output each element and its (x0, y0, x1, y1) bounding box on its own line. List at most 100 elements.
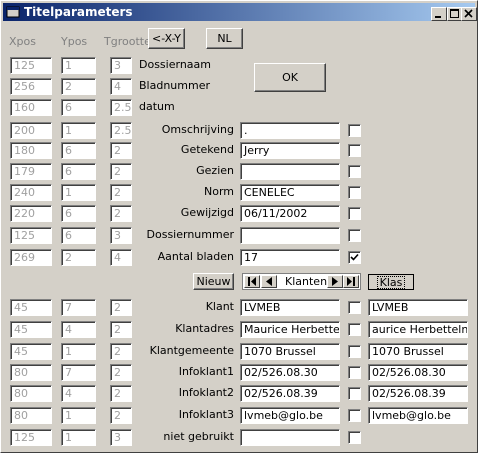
value-field[interactable]: 02/526.08.30 (240, 364, 340, 381)
field-label: Klantadres (175, 322, 234, 335)
xpos-field[interactable]: 45 (10, 343, 52, 360)
include-checkbox[interactable] (348, 431, 361, 444)
ypos-field[interactable]: 1 (61, 429, 96, 446)
xpos-field[interactable]: 80 (10, 385, 52, 402)
nav-next-button[interactable] (327, 275, 343, 288)
ok-button[interactable]: OK (254, 63, 326, 92)
nl-button[interactable]: NL (206, 28, 243, 49)
include-checkbox[interactable] (348, 387, 361, 400)
include-checkbox[interactable] (348, 301, 361, 314)
ypos-field[interactable]: 1 (61, 407, 96, 424)
value-field[interactable]: CENELEC (240, 184, 340, 201)
ypos-field[interactable]: 2 (61, 78, 96, 95)
include-checkbox[interactable] (348, 345, 361, 358)
ypos-field[interactable]: 2 (61, 249, 96, 266)
include-checkbox[interactable] (348, 251, 361, 264)
klant-field[interactable]: LVMEB (368, 299, 468, 316)
ypos-field[interactable]: 6 (61, 142, 96, 159)
include-checkbox[interactable] (348, 207, 361, 220)
xpos-field[interactable]: 180 (10, 142, 52, 159)
xpos-field[interactable]: 200 (10, 122, 52, 139)
minimize-button[interactable] (431, 7, 447, 21)
ypos-field[interactable]: 1 (61, 57, 96, 74)
value-field[interactable] (240, 163, 340, 180)
ypos-field[interactable]: 6 (61, 227, 96, 244)
klas-button[interactable]: Klas (368, 274, 414, 290)
first-record-icon (248, 277, 256, 286)
nav-last-button[interactable] (343, 275, 359, 288)
maximize-icon (450, 9, 459, 18)
xpos-field[interactable]: 45 (10, 299, 52, 316)
ypos-field[interactable]: 6 (61, 99, 96, 116)
xpos-field[interactable]: 80 (10, 364, 52, 381)
xpos-field[interactable]: 45 (10, 321, 52, 338)
klant-field[interactable]: 02/526.08.30 (368, 364, 468, 381)
title-bar[interactable]: Titelparameters (3, 3, 477, 21)
xpos-field[interactable]: 220 (10, 205, 52, 222)
close-icon (464, 9, 473, 18)
prev-record-icon (266, 277, 272, 286)
include-checkbox[interactable] (348, 409, 361, 422)
nav-first-button[interactable] (244, 275, 260, 288)
value-field[interactable]: Maurice Herbetteln 38 (240, 321, 340, 338)
include-checkbox[interactable] (348, 366, 361, 379)
klanten-navigator: Klanten (242, 273, 361, 290)
include-checkbox[interactable] (348, 186, 361, 199)
ypos-field[interactable]: 1 (61, 184, 96, 201)
navigator-caption: Klanten (285, 275, 328, 288)
tgrootte-field[interactable]: 3 (110, 57, 132, 74)
value-field[interactable]: . (240, 122, 340, 139)
ypos-field[interactable]: 7 (61, 364, 96, 381)
value-field[interactable]: LVMEB (240, 299, 340, 316)
swap-xy-button[interactable]: <-X-Y (148, 28, 185, 49)
ypos-field[interactable]: 4 (61, 385, 96, 402)
xpos-field[interactable]: 125 (10, 57, 52, 74)
value-field[interactable]: 17 (240, 249, 340, 266)
checkmark-icon (350, 253, 359, 261)
ypos-field[interactable]: 7 (61, 299, 96, 316)
ypos-field[interactable]: 1 (61, 122, 96, 139)
value-field[interactable]: 1070 Brussel (240, 343, 340, 360)
include-checkbox[interactable] (348, 323, 361, 336)
ypos-field[interactable]: 6 (61, 163, 96, 180)
xpos-field[interactable]: 80 (10, 407, 52, 424)
xpos-field[interactable]: 256 (10, 78, 52, 95)
value-field[interactable] (240, 429, 340, 446)
xpos-field[interactable]: 160 (10, 99, 52, 116)
value-field[interactable]: Jerry (240, 142, 340, 159)
xpos-field[interactable]: 179 (10, 163, 52, 180)
tgrootte-field[interactable]: 2.5 (110, 99, 132, 116)
klant-field[interactable]: 1070 Brussel (368, 343, 468, 360)
field-label: Infoklant1 (178, 365, 234, 378)
include-checkbox[interactable] (348, 124, 361, 137)
klant-field[interactable]: lvmeb@glo.be (368, 407, 468, 424)
field-label: Infoklant3 (178, 408, 234, 421)
minimize-icon (435, 16, 441, 18)
ypos-field[interactable]: 6 (61, 205, 96, 222)
next-record-icon (332, 277, 338, 286)
include-checkbox[interactable] (348, 144, 361, 157)
tgrootte-field[interactable]: 4 (110, 78, 132, 95)
value-field[interactable]: 06/11/2002 (240, 205, 340, 222)
field-label: Gewijzigd (180, 206, 234, 219)
field-label: datum (139, 100, 175, 113)
include-checkbox[interactable] (348, 165, 361, 178)
value-field[interactable]: lvmeb@glo.be (240, 407, 340, 424)
xpos-field[interactable]: 269 (10, 249, 52, 266)
nav-prev-button[interactable] (261, 275, 277, 288)
field-label: Klantgemeente (149, 344, 234, 357)
value-field[interactable]: 02/526.08.39 (240, 385, 340, 402)
klant-field[interactable]: 02/526.08.39 (368, 385, 468, 402)
include-checkbox[interactable] (348, 229, 361, 242)
xpos-field[interactable]: 125 (10, 429, 52, 446)
field-label: Dossiernummer (146, 228, 234, 241)
ypos-field[interactable]: 1 (61, 343, 96, 360)
xpos-field[interactable]: 240 (10, 184, 52, 201)
ypos-field[interactable]: 4 (61, 321, 96, 338)
close-button[interactable] (461, 7, 477, 21)
xpos-header: Xpos (9, 35, 36, 48)
value-field[interactable] (240, 227, 340, 244)
nieuw-button[interactable]: Nieuw (193, 273, 234, 290)
klant-field[interactable]: aurice Herbetteln 38a (368, 321, 468, 338)
xpos-field[interactable]: 125 (10, 227, 52, 244)
